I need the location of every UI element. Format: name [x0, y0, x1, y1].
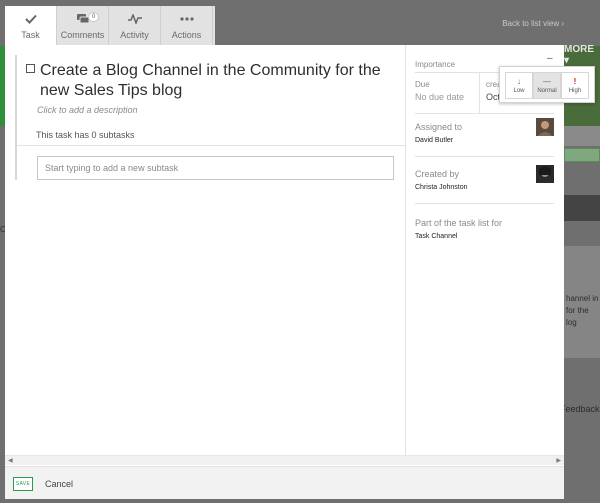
tab-actions[interactable]: Actions: [161, 6, 213, 46]
task-list-label: Part of the task list for: [415, 218, 503, 228]
priority-low-label: Low: [513, 88, 525, 94]
created-by-label: Created by: [415, 169, 460, 179]
background-strip: [564, 126, 600, 146]
save-button[interactable]: SAVE: [13, 477, 33, 491]
exclamation-icon: !: [573, 77, 577, 86]
horizontal-scrollbar[interactable]: ◀ ▶: [5, 455, 564, 465]
importance-label: Importance: [415, 60, 456, 69]
task-list-name[interactable]: Task Channel: [415, 233, 502, 240]
due-date-field[interactable]: Due No due date: [415, 80, 464, 102]
background-side-line-1: hannel in: [566, 294, 599, 303]
tab-comments[interactable]: 0 Comments: [57, 6, 109, 46]
avatar: [536, 118, 554, 136]
arrow-down-icon: ↓: [517, 77, 521, 86]
assigned-label: Assigned to: [415, 122, 463, 132]
task-main-panel: Create a Blog Channel in the Community f…: [5, 45, 405, 455]
scroll-left-icon[interactable]: ◀: [8, 457, 13, 464]
background-block: [564, 195, 600, 221]
tab-comments-label: Comments: [60, 30, 105, 40]
scroll-right-icon[interactable]: ▶: [556, 457, 561, 464]
background-field: [564, 148, 600, 162]
task-description[interactable]: Click to add a description: [37, 105, 138, 115]
dash-icon: —: [543, 77, 551, 86]
background-side-line-2: for the: [566, 306, 589, 315]
new-subtask-input[interactable]: [37, 156, 394, 180]
due-value: No due date: [415, 92, 465, 102]
task-list-field: Part of the task list for Task Channel: [415, 218, 502, 240]
importance-popover: ↓ Low — Normal ! High: [499, 66, 595, 103]
divider: [415, 156, 554, 157]
check-icon: [24, 12, 37, 26]
tab-task[interactable]: Task: [5, 6, 57, 46]
task-modal: Create a Blog Channel in the Community f…: [5, 45, 564, 499]
divider: [415, 203, 554, 204]
task-left-rule: [15, 55, 17, 180]
more-menu[interactable]: MORE ▾: [564, 44, 600, 66]
priority-high-button[interactable]: ! High: [561, 72, 589, 99]
modal-footer: SAVE Cancel: [5, 466, 564, 499]
priority-high-label: High: [568, 88, 582, 94]
tab-task-label: Task: [21, 30, 40, 40]
subtasks-count: This task has 0 subtasks: [36, 130, 135, 140]
assigned-to-field[interactable]: Assigned to David Butler: [415, 118, 554, 144]
importance-value[interactable]: –: [547, 53, 553, 64]
tab-activity-label: Activity: [120, 30, 149, 40]
assigned-name: David Butler: [415, 137, 454, 144]
task-details-sidebar: Importance – Due No due date crea Oct As…: [406, 45, 564, 455]
activity-icon: [127, 12, 142, 26]
divider: [17, 145, 405, 146]
avatar: [536, 165, 554, 183]
priority-normal-label: Normal: [537, 88, 557, 94]
back-to-list-link[interactable]: Back to list view ›: [502, 19, 564, 28]
cancel-button[interactable]: Cancel: [45, 479, 73, 489]
task-title[interactable]: Create a Blog Channel in the Community f…: [40, 61, 400, 101]
tab-actions-label: Actions: [171, 30, 202, 40]
divider: [415, 113, 554, 114]
created-by-name: Christa Johnston: [415, 184, 468, 191]
comments-count-badge: 0: [88, 12, 100, 22]
due-label: Due: [415, 80, 430, 89]
priority-normal-button[interactable]: — Normal: [533, 72, 561, 99]
more-icon: [179, 12, 194, 26]
priority-low-button[interactable]: ↓ Low: [505, 72, 533, 99]
background-side-line-3: log: [566, 318, 577, 327]
created-by-field: Created by Christa Johnston: [415, 165, 554, 191]
tab-activity[interactable]: Activity: [109, 6, 161, 46]
feedback-link[interactable]: Feedback: [560, 404, 600, 414]
task-tabs: Task 0 Comments Activity Actions: [5, 6, 215, 46]
task-complete-checkbox[interactable]: [26, 64, 35, 73]
divider: [479, 73, 480, 113]
